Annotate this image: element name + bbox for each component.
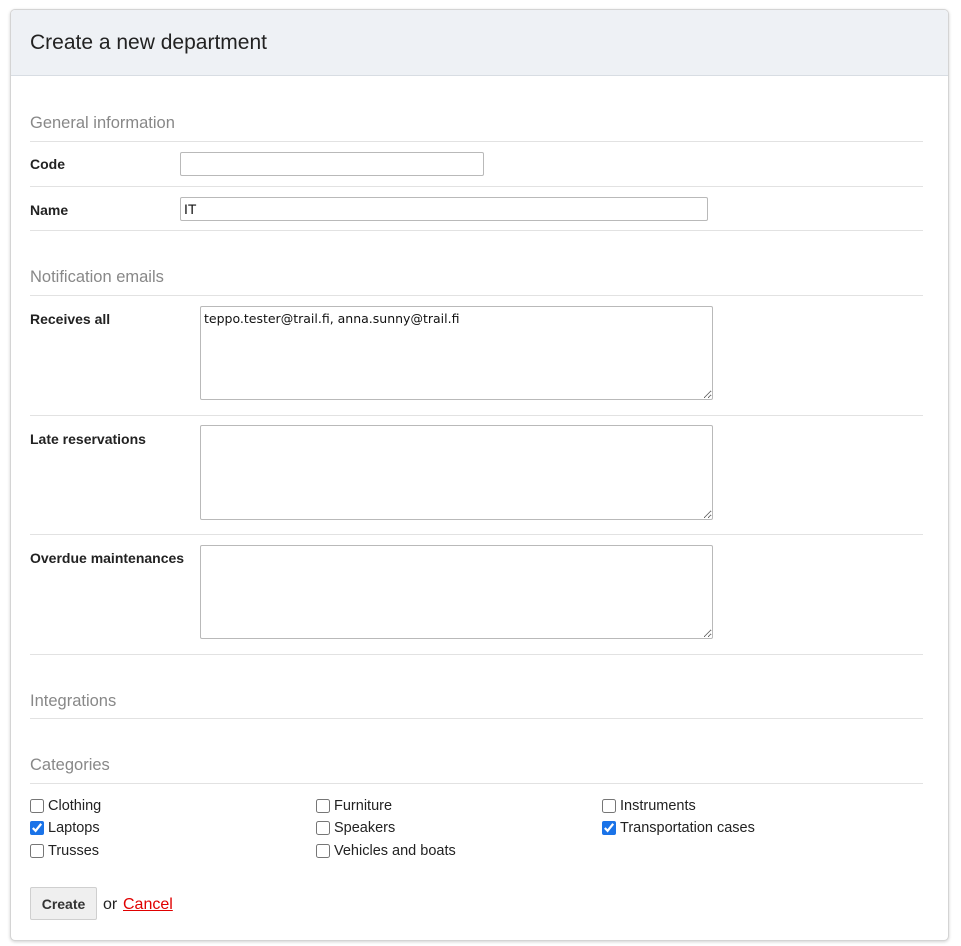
or-text: or [103,896,118,913]
section-title-categories: Categories [30,756,110,774]
create-department-panel: Create a new department General informat… [10,9,949,941]
category-instruments[interactable]: Instruments [602,798,696,814]
category-checkbox[interactable] [30,799,44,813]
code-input[interactable] [180,152,484,176]
late-reservations-textarea[interactable] [200,425,713,520]
category-checkbox[interactable] [602,799,616,813]
overdue-maintenances-textarea[interactable] [200,545,713,639]
name-label: Name [30,202,69,218]
page-title: Create a new department [30,30,267,54]
category-clothing[interactable]: Clothing [30,798,101,814]
category-label: Vehicles and boats [334,843,456,859]
category-checkbox[interactable] [602,821,616,835]
section-title-integrations: Integrations [30,692,117,710]
category-checkbox[interactable] [30,821,44,835]
create-button[interactable]: Create [30,887,97,920]
divider [30,230,923,231]
divider [30,534,923,535]
category-transportation-cases[interactable]: Transportation cases [602,820,755,836]
category-checkbox[interactable] [30,844,44,858]
divider [30,783,923,784]
category-checkbox[interactable] [316,844,330,858]
divider [30,718,923,719]
divider [30,654,923,655]
late-reservations-label: Late reservations [30,431,146,447]
category-trusses[interactable]: Trusses [30,843,99,859]
category-label: Furniture [334,798,393,814]
category-label: Laptops [48,820,100,836]
section-title-notifications: Notification emails [30,268,164,286]
category-laptops[interactable]: Laptops [30,820,100,836]
category-speakers[interactable]: Speakers [316,820,395,836]
category-label: Trusses [48,843,100,859]
name-input[interactable] [180,197,708,221]
category-label: Clothing [48,798,102,814]
category-checkbox[interactable] [316,799,330,813]
section-title-general: General information [30,114,175,132]
category-label: Instruments [620,798,696,814]
cancel-link[interactable]: Cancel [123,896,173,914]
category-furniture[interactable]: Furniture [316,798,392,814]
category-checkbox[interactable] [316,821,330,835]
receives-all-textarea[interactable]: teppo.tester@trail.fi, anna.sunny@trail.… [200,306,713,400]
category-label: Transportation cases [620,820,755,836]
divider [30,141,923,142]
category-vehicles-and-boats[interactable]: Vehicles and boats [316,843,456,859]
category-label: Speakers [334,820,396,836]
divider [30,415,923,416]
divider [30,295,923,296]
code-label: Code [30,156,65,172]
divider [30,186,923,187]
overdue-maintenances-label: Overdue maintenances [30,550,185,566]
panel-header: Create a new department [11,10,948,76]
receives-all-label: Receives all [30,311,111,327]
